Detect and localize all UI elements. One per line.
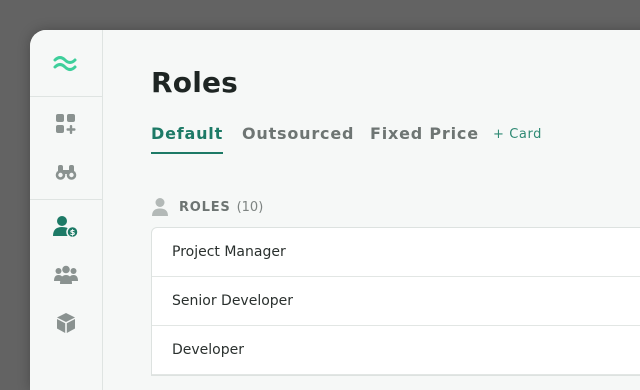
add-card-button[interactable]: + Card — [493, 127, 542, 142]
sidebar-divider — [30, 199, 102, 200]
binoculars-icon[interactable] — [53, 159, 79, 185]
role-row-project-manager[interactable]: Project Manager — [152, 228, 640, 277]
user-dollar-icon[interactable]: $ — [53, 214, 79, 240]
roles-section-header: ROLES (10) — [151, 196, 263, 218]
cube-icon[interactable] — [53, 310, 79, 336]
tab-default[interactable]: Default — [151, 124, 224, 154]
roles-section-label: ROLES — [179, 199, 231, 215]
person-icon — [152, 198, 168, 216]
sidebar-divider — [30, 96, 102, 97]
role-row-senior-developer[interactable]: Senior Developer — [152, 277, 640, 326]
tab-outsourced[interactable]: Outsourced — [242, 124, 354, 152]
svg-text:$: $ — [70, 228, 76, 237]
apps-add-icon[interactable] — [53, 111, 79, 137]
page-title: Roles — [151, 66, 239, 99]
roles-list: Project Manager Senior Developer Develop… — [151, 227, 640, 376]
tab-fixed-price[interactable]: Fixed Price — [370, 124, 479, 152]
team-icon[interactable] — [53, 262, 79, 288]
main-content: Roles Default Outsourced Fixed Price + C… — [103, 30, 640, 390]
wave-logo-icon[interactable] — [52, 50, 80, 78]
app-window: $ Roles Default Outsourced Fixed Price +… — [30, 30, 640, 390]
roles-count: (10) — [236, 199, 264, 215]
sidebar: $ — [30, 30, 103, 390]
role-row-developer[interactable]: Developer — [152, 326, 640, 375]
